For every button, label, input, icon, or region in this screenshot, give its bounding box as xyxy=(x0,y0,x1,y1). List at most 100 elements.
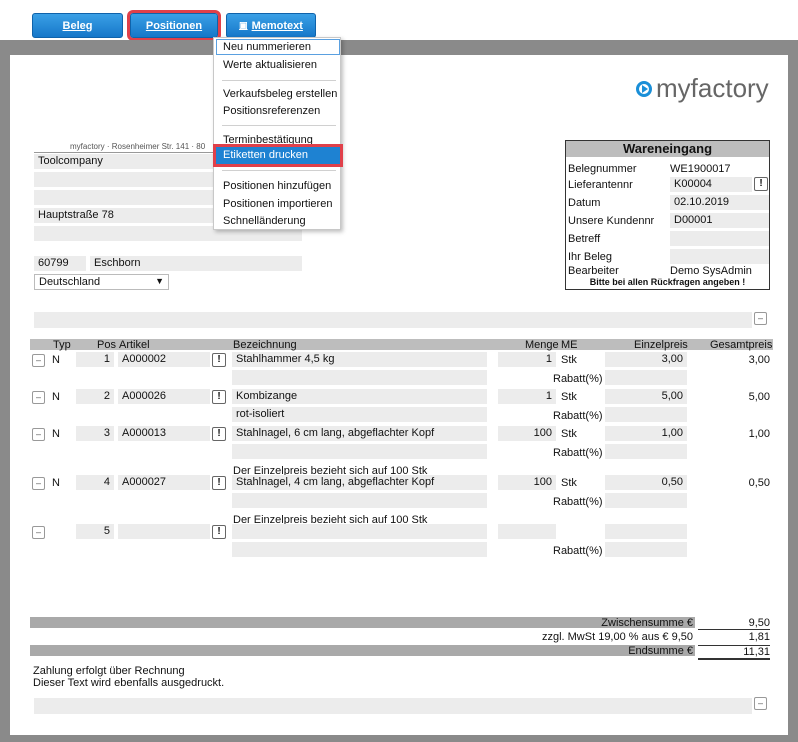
row-artikel[interactable]: A000013 xyxy=(118,426,210,441)
row-bezeichnung2[interactable] xyxy=(232,493,487,508)
row-artikel[interactable]: A000002 xyxy=(118,352,210,367)
row-einzelpreis[interactable]: 0,50 xyxy=(605,475,687,490)
menu-item-terminbestaetigung[interactable]: Terminbestätigung xyxy=(223,134,313,146)
row-pos[interactable]: 3 xyxy=(76,426,114,441)
endsumme-value: 11,31 xyxy=(698,645,770,660)
row-rabatt-field[interactable] xyxy=(605,370,687,385)
positionen-button[interactable]: Positionen xyxy=(127,10,221,41)
row-bezeichnung2[interactable]: rot-isoliert xyxy=(232,407,487,422)
row-pos[interactable]: 4 xyxy=(76,475,114,490)
row-me: Stk xyxy=(561,391,577,403)
row-me: Stk xyxy=(561,428,577,440)
row-bezeichnung[interactable]: Stahlnagel, 4 cm lang, abgeflachter Kopf xyxy=(232,475,487,490)
lieferant-info-icon[interactable]: ! xyxy=(754,177,768,191)
ihr-beleg-field[interactable] xyxy=(670,249,769,264)
menu-item-schnellaenderung[interactable]: Schnelländerung xyxy=(223,215,306,227)
myfactory-logo: myfactory xyxy=(636,73,769,104)
row-einzelpreis[interactable] xyxy=(605,524,687,539)
row-menge[interactable] xyxy=(498,524,556,539)
row-rabatt-label: Rabatt(%) xyxy=(553,410,603,422)
header-menge: Menge xyxy=(525,339,559,351)
beleg-label: Beleg xyxy=(62,19,93,32)
zip-field[interactable]: 60799 xyxy=(34,256,86,271)
header-einzelpreis: Einzelpreis xyxy=(634,339,688,351)
endsumme-label: Endsumme € xyxy=(628,645,693,657)
header-bezeichnung: Bezeichnung xyxy=(233,339,297,351)
sender-line: myfactory · Rosenheimer Str. 141 · 80 xyxy=(70,142,206,151)
row-rabatt-field[interactable] xyxy=(605,542,687,557)
row-info-icon[interactable]: ! xyxy=(212,525,226,539)
doc-title: Wareneingang xyxy=(566,141,769,157)
row-rabatt-field[interactable] xyxy=(605,444,687,459)
row-bezeichnung[interactable]: Stahlnagel, 6 cm lang, abgeflachter Kopf xyxy=(232,426,487,441)
row-pos[interactable]: 5 xyxy=(76,524,114,539)
zwischensumme-label: Zwischensumme € xyxy=(601,617,693,629)
row-einzelpreis[interactable]: 3,00 xyxy=(605,352,687,367)
menu-item-etiketten-drucken[interactable]: Etiketten drucken xyxy=(213,144,343,167)
kundennr-label: Unsere Kundennr xyxy=(568,215,655,227)
row-artikel[interactable]: A000026 xyxy=(118,389,210,404)
row-pos[interactable]: 2 xyxy=(76,389,114,404)
datum-label: Datum xyxy=(568,197,601,209)
beleg-button[interactable]: Beleg xyxy=(32,13,123,38)
collapse-icon[interactable]: – xyxy=(754,312,767,325)
row-artikel[interactable]: A000027 xyxy=(118,475,210,490)
row-collapse-icon[interactable]: – xyxy=(32,477,45,490)
row-einzelpreis[interactable]: 5,00 xyxy=(605,389,687,404)
footer-line1: Zahlung erfolgt über Rechnung xyxy=(33,665,185,677)
belegnummer-value: WE1900017 xyxy=(670,163,731,175)
menu-item-werte-aktualisieren[interactable]: Werte aktualisieren xyxy=(223,59,317,71)
row-bezeichnung[interactable]: Kombizange xyxy=(232,389,487,404)
header-artikel: Artikel xyxy=(119,339,150,351)
belegnummer-label: Belegnummer xyxy=(568,163,637,175)
menu-item-positionsreferenzen[interactable]: Positionsreferenzen xyxy=(223,105,320,117)
menu-item-neu-nummerieren[interactable]: Neu nummerieren xyxy=(223,41,311,53)
mwst-label: zzgl. MwSt 19,00 % aus € 9,50 xyxy=(541,631,693,643)
row-menge[interactable]: 100 xyxy=(498,475,556,490)
row-collapse-icon[interactable]: – xyxy=(32,526,45,539)
bearbeiter-value: Demo SysAdmin xyxy=(670,265,752,277)
betreff-field[interactable] xyxy=(670,231,769,246)
row-info-icon[interactable]: ! xyxy=(212,390,226,404)
row-bezeichnung[interactable] xyxy=(232,524,487,539)
header-me: ME xyxy=(561,339,578,351)
row-collapse-icon[interactable]: – xyxy=(32,391,45,404)
menu-separator xyxy=(222,125,336,126)
kundennr-field[interactable]: D00001 xyxy=(670,213,769,228)
row-info-icon[interactable]: ! xyxy=(212,353,226,367)
menu-item-etiketten-label: Etiketten drucken xyxy=(223,149,308,161)
row-bezeichnung[interactable]: Stahlhammer 4,5 kg xyxy=(232,352,487,367)
menu-item-positionen-importieren[interactable]: Positionen importieren xyxy=(223,198,332,210)
memotext-button[interactable]: ▣ Memotext xyxy=(226,13,316,38)
menu-item-positionen-hinzufuegen[interactable]: Positionen hinzufügen xyxy=(223,180,331,192)
row-info-icon[interactable]: ! xyxy=(212,427,226,441)
memo-field-bottom[interactable] xyxy=(34,698,752,714)
row-rabatt-field[interactable] xyxy=(605,493,687,508)
country-select[interactable]: Deutschland ▼ xyxy=(34,274,169,290)
row-me: Stk xyxy=(561,477,577,489)
menu-item-verkaufsbeleg-erstellen[interactable]: Verkaufsbeleg erstellen xyxy=(223,88,337,100)
row-menge[interactable]: 1 xyxy=(498,352,556,367)
collapse-icon-bottom[interactable]: – xyxy=(754,697,767,710)
row-bezeichnung2[interactable] xyxy=(232,542,487,557)
positionen-menu: Neu nummerieren Werte aktualisieren Verk… xyxy=(213,37,343,230)
row-einzelpreis[interactable]: 1,00 xyxy=(605,426,687,441)
memo-field-top[interactable] xyxy=(34,312,752,328)
lieferantennr-field[interactable]: K00004 xyxy=(670,177,752,192)
row-typ: N xyxy=(52,477,60,489)
row-bezeichnung2[interactable] xyxy=(232,370,487,385)
city-field[interactable]: Eschborn xyxy=(90,256,302,271)
row-rabatt-field[interactable] xyxy=(605,407,687,422)
row-info-icon[interactable]: ! xyxy=(212,476,226,490)
row-menge[interactable]: 1 xyxy=(498,389,556,404)
row-pos[interactable]: 1 xyxy=(76,352,114,367)
memotext-label: Memotext xyxy=(251,19,303,32)
row-collapse-icon[interactable]: – xyxy=(32,354,45,367)
menu-separator xyxy=(222,170,336,171)
datum-field[interactable]: 02.10.2019 xyxy=(670,195,769,210)
row-collapse-icon[interactable]: – xyxy=(32,428,45,441)
country-value: Deutschland xyxy=(39,276,101,288)
row-menge[interactable]: 100 xyxy=(498,426,556,441)
row-artikel[interactable] xyxy=(118,524,210,539)
row-bezeichnung2[interactable] xyxy=(232,444,487,459)
